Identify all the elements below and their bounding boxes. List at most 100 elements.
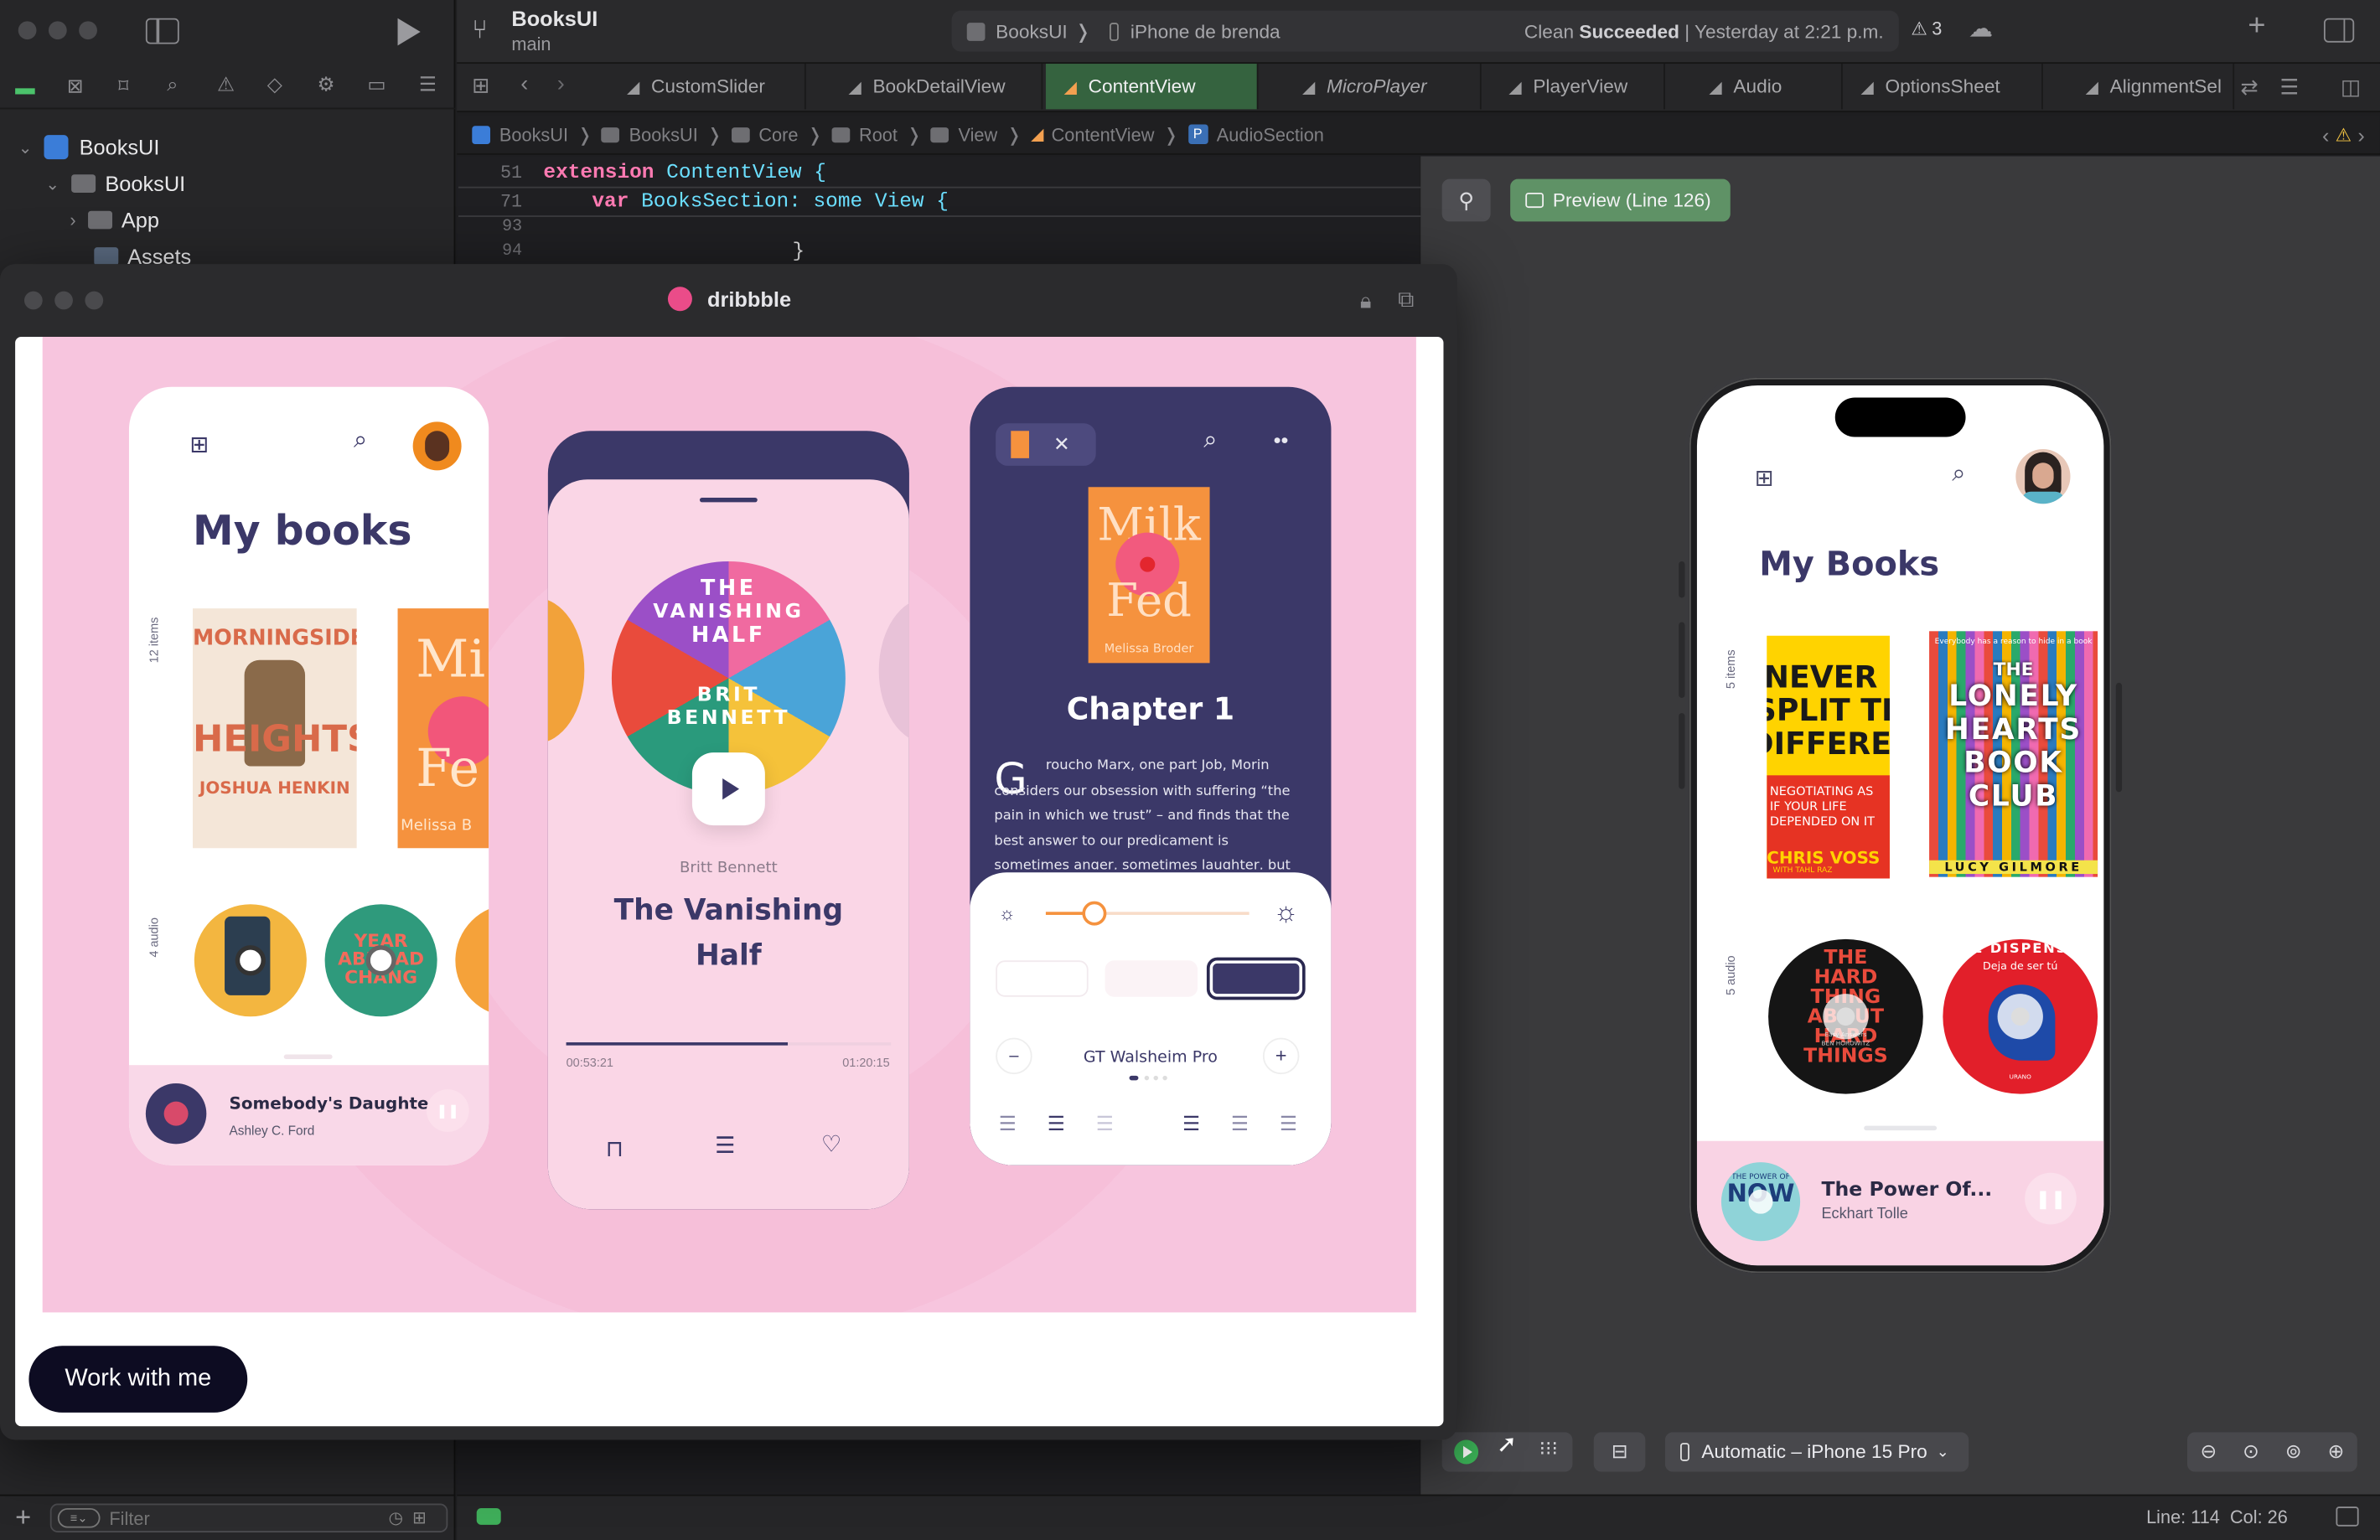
breadcrumb-item[interactable]: Root [859, 124, 898, 145]
grid-icon[interactable]: ⊞ [189, 431, 209, 458]
zoom-in-icon[interactable]: ⊕ [2328, 1439, 2345, 1464]
inspector-toggle-icon[interactable] [2323, 18, 2355, 43]
recent-icon[interactable]: ◷ [389, 1508, 403, 1528]
nav-item-app[interactable]: › App [70, 202, 159, 238]
breadcrumb-item[interactable]: AudioSection [1217, 124, 1324, 145]
inspector-panel-icon[interactable] [2336, 1506, 2359, 1527]
grid-icon[interactable]: ⊞ [472, 73, 489, 99]
add-icon[interactable]: + [15, 1502, 31, 1534]
progress-track[interactable] [566, 1042, 892, 1046]
filter-input[interactable] [109, 1507, 383, 1529]
test-icon[interactable]: ◇ [267, 73, 282, 97]
debug-icon[interactable]: ⚙ [318, 73, 335, 97]
report-icon[interactable]: ☰ [419, 73, 437, 97]
book-cover[interactable]: Everybody has a reason to hide in a book… [1929, 631, 2098, 877]
align-justify-icon[interactable]: ☰ [1048, 1112, 1065, 1136]
spacing-wide-icon[interactable]: ☰ [1280, 1112, 1297, 1136]
heart-icon[interactable]: ♡ [821, 1130, 841, 1158]
tab-audio[interactable]: ◢ Audio [1691, 64, 1843, 110]
queue-icon[interactable]: ☰ [715, 1132, 735, 1160]
search-icon[interactable]: ⌕ [354, 428, 367, 456]
bookmark-icon[interactable]: ⌑ [118, 75, 128, 99]
source-control-icon[interactable]: ⊠ [67, 75, 84, 99]
swap-icon[interactable]: ⇄ [2240, 75, 2258, 101]
theme-white[interactable] [996, 960, 1089, 997]
book-chip[interactable]: ✕ [996, 423, 1096, 466]
preview-label-button[interactable]: Preview (Line 126) [1510, 178, 1731, 222]
scope-icon[interactable]: ⊞ [412, 1508, 427, 1528]
audio-disc[interactable]: YEAR ABROAD CHANG [324, 904, 437, 1017]
more-icon[interactable]: •• [1274, 428, 1289, 452]
filter-field[interactable]: ≡⌄ ◷ ⊞ [49, 1503, 448, 1532]
zoom-out-icon[interactable]: ⊖ [2200, 1439, 2217, 1464]
debug-area-toggle[interactable] [476, 1507, 501, 1525]
play-button[interactable] [691, 752, 765, 826]
warning-icon[interactable]: ⚠ [2336, 124, 2352, 145]
zoom-actual-icon[interactable]: ⊚ [2285, 1439, 2302, 1464]
find-icon[interactable]: ⌕ [167, 73, 178, 97]
back-icon[interactable]: ‹ [520, 71, 528, 97]
breakpoint-icon[interactable]: ▭ [367, 73, 385, 97]
device-name[interactable]: iPhone de brenda [1130, 20, 1281, 41]
device-selector[interactable]: Automatic – iPhone 15 Pro ⌄ [1664, 1432, 1969, 1472]
run-button[interactable] [397, 18, 421, 46]
chevron-left-icon[interactable]: ‹ [2322, 122, 2329, 147]
forward-icon[interactable]: › [557, 71, 565, 97]
tab-optionssheet[interactable]: ◢ OptionsSheet [1843, 64, 2043, 110]
align-right-icon[interactable]: ☰ [1096, 1112, 1114, 1136]
brightness-slider[interactable] [1045, 912, 1250, 915]
zoom-fit-icon[interactable]: ⊙ [2243, 1439, 2259, 1464]
minimize-window-button[interactable] [48, 21, 67, 40]
close-window-button[interactable] [23, 291, 43, 310]
folder-icon[interactable]: ▬ [15, 76, 35, 99]
scheme-name[interactable]: BooksUI [996, 20, 1068, 41]
breadcrumb-item[interactable]: View [959, 124, 998, 145]
theme-pink[interactable] [1105, 960, 1198, 997]
work-with-me-button[interactable]: Work with me [28, 1346, 248, 1413]
audio-disc[interactable] [194, 904, 307, 1017]
device-settings-button[interactable]: ⊟ [1593, 1432, 1646, 1472]
zoom-window-button[interactable] [79, 21, 97, 40]
align-left-icon[interactable]: ☰ [999, 1112, 1017, 1136]
search-icon[interactable]: ⌕ [1203, 428, 1217, 456]
grid-icon[interactable]: ⊞ [1755, 464, 1774, 492]
breadcrumb-item[interactable]: BooksUI [499, 124, 568, 145]
audio-disc[interactable] [455, 904, 489, 1017]
close-icon[interactable]: ✕ [1053, 432, 1070, 457]
nav-group-row[interactable]: ⌄ BooksUI [45, 165, 185, 201]
avatar[interactable] [2015, 449, 2071, 504]
grid-variants-icon[interactable]: ⁝⁝⁝ [1539, 1437, 1558, 1461]
audio-disc[interactable]: THE HARD THING ABOUT HARD THINGS Easy An… [1768, 938, 1923, 1094]
spacing-tight-icon[interactable]: ☰ [1182, 1112, 1200, 1136]
close-window-button[interactable] [18, 21, 37, 40]
activity-view[interactable]: BooksUI ❭ iPhone de brenda Clean Succeed… [951, 10, 1899, 52]
tab-alignmentselector[interactable]: ◢ AlignmentSel [2067, 64, 2235, 110]
add-tab-icon[interactable]: + [2248, 9, 2265, 44]
tab-microplayer[interactable]: ◢ MicroPlayer [1284, 64, 1482, 110]
sidebar-toggle-icon[interactable] [145, 18, 179, 44]
pause-button[interactable]: ❚❚ [2025, 1172, 2077, 1225]
tab-contentview[interactable]: ◢ ContentView [1045, 64, 1259, 110]
book-cover[interactable]: Mi Fe Melissa B [397, 608, 489, 849]
cloud-icon[interactable]: ☁ [1969, 13, 1993, 44]
breadcrumb-item[interactable]: BooksUI [629, 124, 698, 145]
breadcrumb-item[interactable]: ContentView [1052, 124, 1155, 145]
search-icon[interactable]: ⌕ [1952, 461, 1965, 488]
nav-project-row[interactable]: ⌄ BooksUI [18, 129, 160, 165]
pause-button[interactable]: ❚❚ [426, 1089, 469, 1132]
pip-icon[interactable]: ⧉ [1398, 287, 1414, 313]
avatar[interactable] [412, 421, 462, 471]
chevron-right-icon[interactable]: › [2357, 122, 2364, 147]
book-cover[interactable]: NEVER SPLIT THE DIFFERENCE NEGOTIATING A… [1767, 635, 1890, 879]
audio-disc[interactable]: E DISPENS Deja de ser tú URANO [1943, 938, 2098, 1094]
zoom-window-button[interactable] [85, 291, 104, 310]
font-size-increase[interactable]: + [1262, 1037, 1300, 1075]
book-icon[interactable]: ⊓ [606, 1135, 623, 1162]
editor-options-icon[interactable]: ☰ [2279, 75, 2299, 101]
tab-bookdetailview[interactable]: ◢ BookDetailView [830, 64, 1043, 110]
split-editor-icon[interactable]: ◫ [2341, 75, 2361, 101]
tab-playerview[interactable]: ◢ PlayerView [1491, 64, 1665, 110]
issue-icon[interactable]: ⚠ [217, 73, 235, 97]
book-cover[interactable]: MORNINGSIDE HEIGHTS JOSHUA HENKIN [193, 608, 357, 849]
minimize-window-button[interactable] [54, 291, 73, 310]
